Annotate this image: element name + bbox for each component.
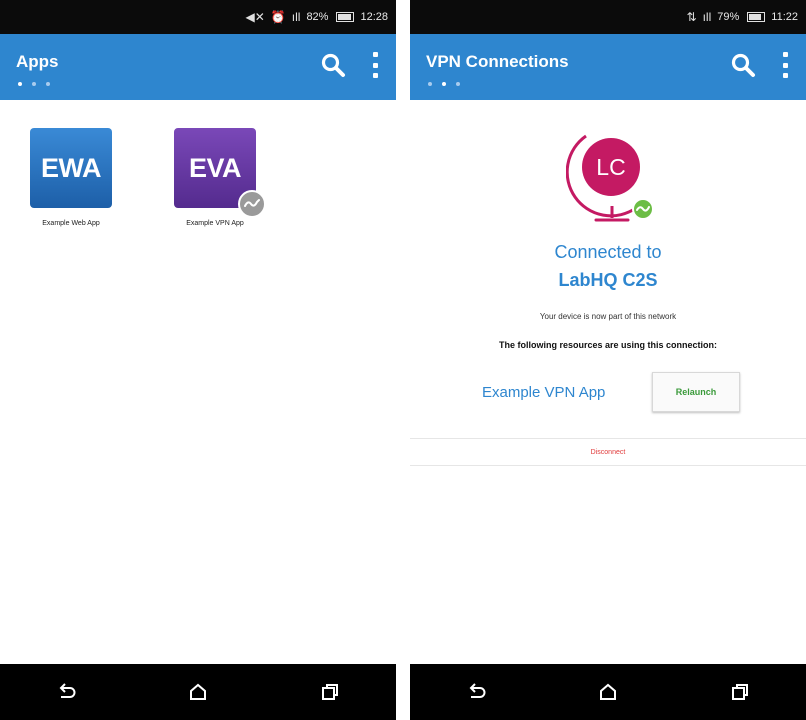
page-dot — [428, 82, 432, 86]
connected-label: Connected to — [554, 242, 662, 262]
relaunch-button[interactable]: Relaunch — [652, 372, 740, 412]
app-bar: Apps — [0, 34, 396, 100]
app-icon-ewa: EWA — [30, 128, 112, 208]
back-icon[interactable] — [51, 677, 81, 707]
status-bar: ⇅ ıll 79% 11:22 — [410, 0, 806, 34]
alarm-icon: ⏰ — [270, 10, 286, 24]
clock: 11:22 — [771, 11, 798, 23]
vpn-status-icon — [238, 190, 266, 218]
battery-icon — [336, 12, 355, 22]
clock: 12:28 — [360, 11, 388, 23]
back-icon[interactable] — [461, 677, 491, 707]
signal-icon: ıll — [291, 10, 301, 24]
battery-percent: 79% — [717, 11, 740, 23]
battery-icon — [747, 12, 766, 22]
page-dot — [32, 82, 36, 86]
page-dot — [18, 82, 22, 86]
page-dot — [46, 82, 50, 86]
volume-muted-icon: ◀✕ — [245, 10, 265, 24]
page-title: Apps — [16, 52, 59, 71]
recent-apps-icon[interactable] — [725, 677, 755, 707]
logo-circle: LC — [582, 138, 640, 196]
connected-status-icon — [632, 198, 654, 220]
search-icon[interactable] — [730, 52, 756, 78]
resource-app-name: Example VPN App — [482, 384, 606, 401]
search-icon[interactable] — [320, 52, 346, 78]
home-icon[interactable] — [183, 677, 213, 707]
overflow-menu-icon[interactable] — [780, 52, 790, 78]
connection-name: LabHQ C2S — [558, 270, 658, 290]
app-icon-eva: EVA — [174, 128, 266, 218]
page-title: VPN Connections — [426, 52, 569, 71]
resources-heading: The following resources are using this c… — [498, 340, 718, 350]
page-indicator — [428, 82, 460, 86]
app-tile-example-vpn-app[interactable]: EVA Example VPN App — [160, 128, 270, 227]
page-indicator — [18, 82, 50, 86]
connection-logo: LC — [566, 128, 656, 228]
overflow-menu-icon[interactable] — [370, 52, 380, 78]
app-name: Example Web App — [42, 220, 100, 227]
app-tile-example-web-app[interactable]: EWA Example Web App — [16, 128, 126, 227]
navigation-bar — [410, 664, 806, 720]
status-bar: ◀✕ ⏰ ıll 82% 12:28 — [0, 0, 396, 34]
page-dot — [456, 82, 460, 86]
home-icon[interactable] — [593, 677, 623, 707]
disconnect-button[interactable]: Disconnect — [591, 449, 626, 456]
data-transfer-icon: ⇅ — [686, 10, 697, 24]
page-dot — [442, 82, 446, 86]
app-bar: VPN Connections — [410, 34, 806, 100]
network-info-text: Your device is now part of this network — [539, 312, 677, 321]
signal-icon: ıll — [702, 10, 712, 24]
battery-percent: 82% — [306, 11, 329, 23]
disconnect-row[interactable]: Disconnect — [410, 438, 806, 466]
apps-screen: ◀✕ ⏰ ıll 82% 12:28 Apps EWA Example Web … — [0, 0, 396, 720]
vpn-connections-screen: ⇅ ıll 79% 11:22 VPN Connections LC Conne… — [410, 0, 806, 720]
recent-apps-icon[interactable] — [315, 677, 345, 707]
app-name: Example VPN App — [186, 220, 244, 227]
navigation-bar — [0, 664, 396, 720]
